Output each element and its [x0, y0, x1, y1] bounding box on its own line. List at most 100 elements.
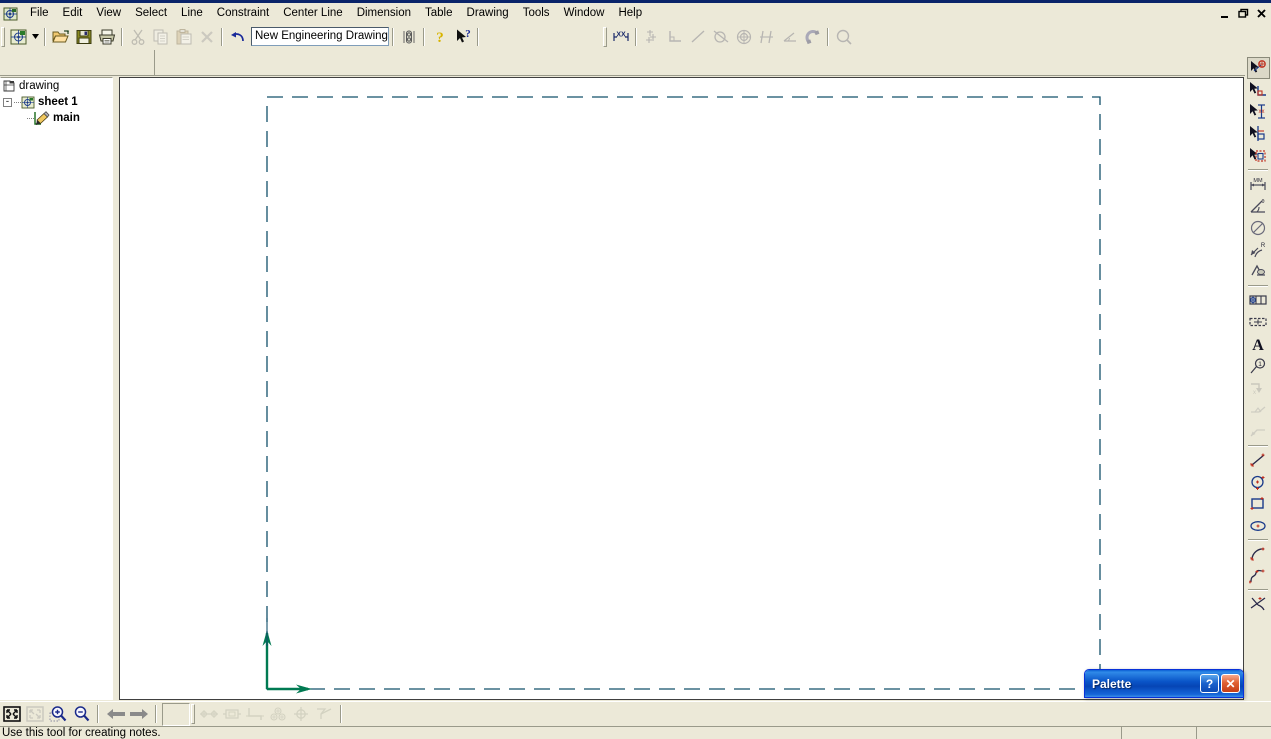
- diameter-dimension-icon[interactable]: [1247, 217, 1270, 239]
- concentric-snap-button[interactable]: [732, 26, 755, 48]
- regenerate-button[interactable]: [397, 26, 420, 48]
- note-text-icon[interactable]: A: [1247, 333, 1270, 355]
- parallel-snap-button[interactable]: [755, 26, 778, 48]
- draw-spline-icon[interactable]: [1247, 565, 1270, 587]
- menu-center-line[interactable]: Center Line: [276, 4, 349, 23]
- undo-button[interactable]: [226, 26, 249, 48]
- draw-arc-icon[interactable]: [1247, 543, 1270, 565]
- surface-finish-icon[interactable]: [1247, 261, 1270, 283]
- paste-button[interactable]: [172, 26, 195, 48]
- toolbar-separator: [155, 705, 157, 723]
- select-area-tool-icon[interactable]: [1247, 145, 1270, 167]
- select-dimension-tool-icon[interactable]: xx: [1247, 101, 1270, 123]
- print-button[interactable]: [95, 26, 118, 48]
- toolbar-separator: [340, 705, 342, 723]
- angular-dimension-icon[interactable]: θ: [1247, 195, 1270, 217]
- toolbar-separator: [44, 27, 46, 46]
- magnet-snap-button[interactable]: [801, 26, 824, 48]
- back-button[interactable]: [104, 703, 127, 725]
- toolbar-separator: [221, 27, 223, 46]
- palette-window[interactable]: Palette ? ✕: [1084, 669, 1244, 698]
- forward-button[interactable]: [127, 703, 150, 725]
- palette-help-icon[interactable]: ?: [1200, 674, 1219, 693]
- radius-dimension-icon[interactable]: R: [1247, 239, 1270, 261]
- menu-dimension[interactable]: Dimension: [350, 4, 418, 23]
- tangent-snap-button[interactable]: [709, 26, 732, 48]
- menu-table[interactable]: Table: [418, 4, 460, 23]
- perpendicular-snap-button[interactable]: [663, 26, 686, 48]
- line-snap-button[interactable]: [686, 26, 709, 48]
- tree-node-main-label: main: [53, 112, 80, 124]
- minimize-button[interactable]: [1217, 6, 1233, 21]
- menu-tools[interactable]: Tools: [516, 4, 557, 23]
- close-button[interactable]: [1253, 6, 1269, 21]
- restore-button[interactable]: [1235, 6, 1251, 21]
- menu-line[interactable]: Line: [174, 4, 210, 23]
- menu-drawing[interactable]: Drawing: [460, 4, 516, 23]
- select-corner-tool-icon[interactable]: [1247, 79, 1270, 101]
- menu-select[interactable]: Select: [128, 4, 174, 23]
- datum-toolbar-grip[interactable]: [191, 704, 195, 724]
- datum-coord-system-button[interactable]: [266, 703, 289, 725]
- help-button[interactable]: ?: [428, 26, 451, 48]
- main-view-pencil-icon: [34, 111, 50, 125]
- context-help-button[interactable]: ?: [451, 26, 474, 48]
- menu-window[interactable]: Window: [557, 4, 612, 23]
- drawing-name-field[interactable]: New Engineering Drawing: [251, 27, 389, 46]
- palette-title-bar[interactable]: Palette ? ✕: [1085, 670, 1243, 697]
- zoom-fit-all-button[interactable]: [0, 703, 23, 725]
- linear-dimension-icon[interactable]: MM: [1247, 173, 1270, 195]
- copy-button[interactable]: [149, 26, 172, 48]
- datum-target-icon[interactable]: [1247, 311, 1270, 333]
- weld-symbol-icon[interactable]: [1247, 399, 1270, 421]
- new-drawing-dropdown[interactable]: [30, 26, 41, 48]
- menu-file[interactable]: File: [23, 4, 56, 23]
- query-button[interactable]: [832, 26, 855, 48]
- angle-snap-button[interactable]: [778, 26, 801, 48]
- save-button[interactable]: [72, 26, 95, 48]
- menu-constraint[interactable]: Constraint: [210, 4, 276, 23]
- new-drawing-button[interactable]: [7, 26, 30, 48]
- toolbar-separator: [1248, 169, 1268, 171]
- tree-node-drawing[interactable]: drawing: [1, 78, 112, 94]
- datum-axis-button[interactable]: [197, 703, 220, 725]
- draw-rectangle-icon[interactable]: [1247, 493, 1270, 515]
- feature-control-frame-icon[interactable]: [1247, 289, 1270, 311]
- cut-button[interactable]: [126, 26, 149, 48]
- select-datum-tool-icon[interactable]: [1247, 123, 1270, 145]
- tree-node-main[interactable]: main: [1, 110, 112, 126]
- toolbar-grip[interactable]: [1, 26, 5, 47]
- status-cell-1: [1121, 727, 1196, 739]
- balloon-callout-icon[interactable]: 1: [1247, 355, 1270, 377]
- datum-plane-button[interactable]: [220, 703, 243, 725]
- menu-edit[interactable]: Edit: [56, 4, 90, 23]
- zoom-in-button[interactable]: [46, 703, 69, 725]
- select-point-tool-icon[interactable]: [1246, 57, 1270, 79]
- model-tree-panel[interactable]: drawing - sheet 1 main: [0, 77, 113, 700]
- zoom-out-button[interactable]: [69, 703, 92, 725]
- draw-circle-icon[interactable]: [1247, 471, 1270, 493]
- draw-line-icon[interactable]: [1247, 449, 1270, 471]
- tolerance-button[interactable]: XX: [609, 26, 632, 48]
- toolbar-separator: [97, 705, 99, 723]
- tree-expander-sheet[interactable]: -: [3, 97, 12, 107]
- palette-close-icon[interactable]: ✕: [1221, 674, 1240, 693]
- datum-target-point-button[interactable]: [289, 703, 312, 725]
- leader-line-icon[interactable]: [1247, 421, 1270, 443]
- drawing-canvas[interactable]: [120, 78, 1243, 699]
- point-snap-button[interactable]: [640, 26, 663, 48]
- main-toolbar: New Engineering Drawing ? ? XX: [0, 24, 1271, 50]
- draw-ellipse-icon[interactable]: [1247, 515, 1270, 537]
- zoom-fit-selected-button[interactable]: [23, 703, 46, 725]
- section-line-icon[interactable]: x: [1247, 377, 1270, 399]
- snap-toolbar-grip[interactable]: [603, 26, 607, 47]
- tree-node-sheet[interactable]: - sheet 1: [1, 94, 112, 110]
- datum-tag-button[interactable]: [312, 703, 335, 725]
- datum-point-button[interactable]: [243, 703, 266, 725]
- open-button[interactable]: [49, 26, 72, 48]
- menu-view[interactable]: View: [89, 4, 128, 23]
- menu-help[interactable]: Help: [611, 4, 649, 23]
- drawing-canvas-area[interactable]: [119, 77, 1244, 700]
- trim-extend-icon[interactable]: [1247, 593, 1270, 615]
- delete-button[interactable]: [195, 26, 218, 48]
